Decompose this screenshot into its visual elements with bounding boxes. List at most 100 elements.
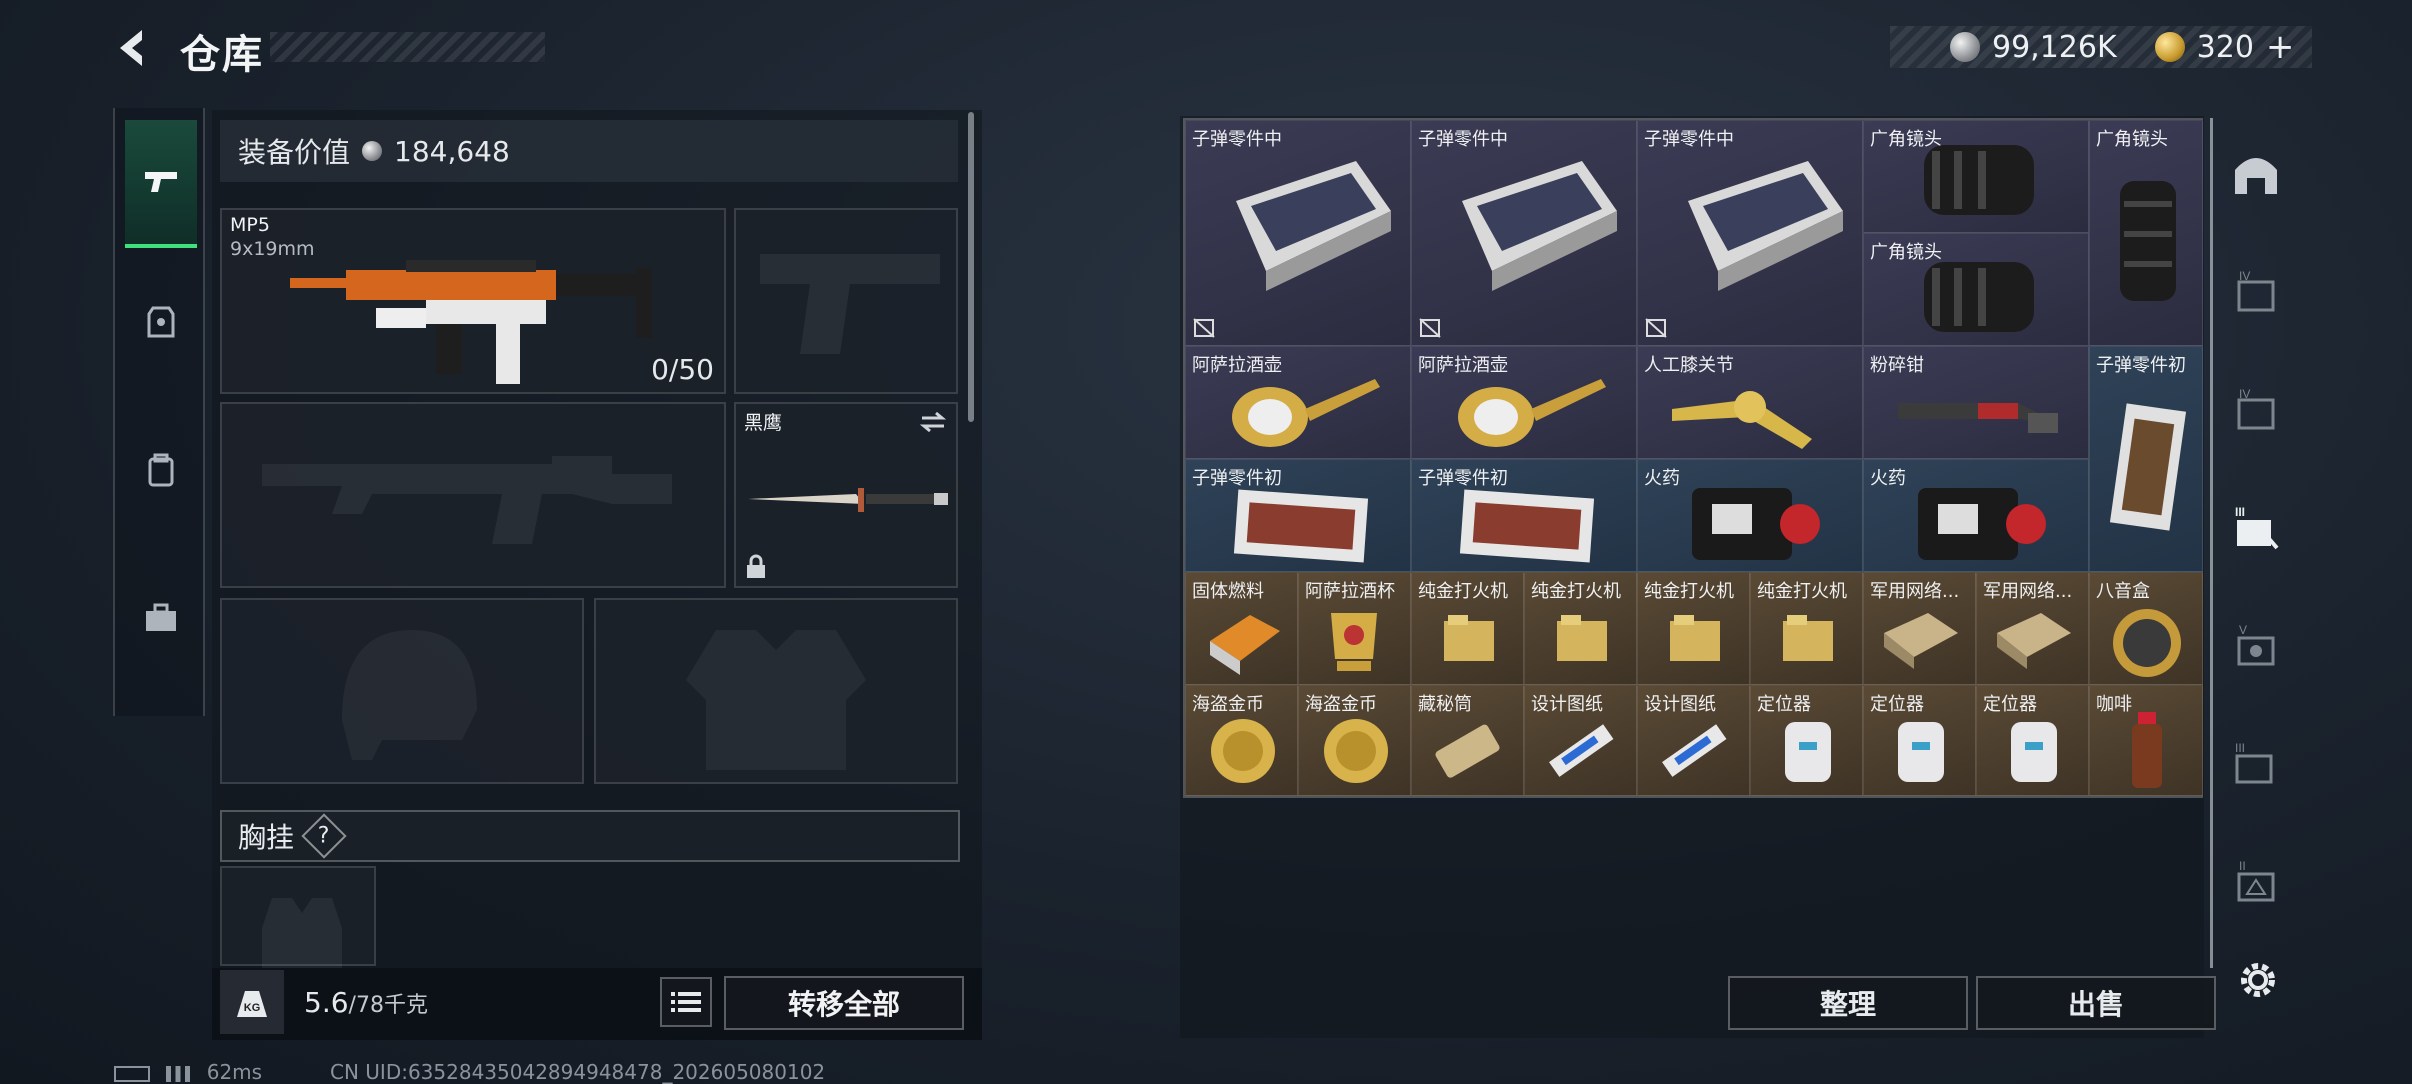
inventory-item[interactable]: 纯金打火机 (1411, 572, 1524, 685)
inventory-item[interactable]: 广角镜头 (1863, 233, 2089, 346)
ammo-parts-box-image (1459, 489, 1595, 563)
melee-name: 黑鹰 (744, 412, 783, 434)
inventory-item[interactable]: 粉碎钳 (1863, 346, 2089, 459)
asala-cup-image (1331, 613, 1377, 671)
inventory-item[interactable]: 定位器 (1750, 685, 1863, 796)
equipment-tabs (113, 108, 205, 716)
inventory-item[interactable]: 阿萨拉酒壶 (1411, 346, 1637, 459)
melee-slot[interactable]: 黑鹰 (734, 402, 958, 588)
chest-rig-label: 胸挂 (238, 821, 295, 854)
inventory-item[interactable]: 纯金打火机 (1637, 572, 1750, 685)
max-weight: /78千克 (348, 993, 428, 1018)
inventory-item[interactable]: 人工膝关节 (1637, 346, 1863, 459)
no-insure-icon (1645, 318, 1667, 338)
body-armor-slot[interactable] (594, 598, 958, 784)
inventory-item[interactable]: 纯金打火机 (1524, 572, 1637, 685)
inventory-grid: 子弹零件中 子弹零件中 子弹零件中 广角镜头 广角镜头 广角镜头 阿萨拉酒壶 阿… (1183, 118, 2203, 798)
inventory-item[interactable]: 藏秘筒 (1411, 685, 1524, 796)
inventory-item[interactable]: 军用网络... (1863, 572, 1976, 685)
list-view-button[interactable] (660, 977, 712, 1027)
sell-button[interactable]: 出售 (1976, 976, 2216, 1030)
sort-button[interactable]: 整理 (1728, 976, 1968, 1030)
ammo-kit-image (1462, 161, 1617, 291)
locator-image (1785, 722, 1831, 782)
knife-image (748, 488, 948, 512)
no-insure-icon (1419, 318, 1441, 338)
chest-rig-slot[interactable] (220, 866, 376, 968)
inventory-item[interactable]: 子弹零件中 (1411, 120, 1637, 346)
artificial-knee-image (1672, 391, 1812, 449)
coffee-bottle-image (2132, 712, 2162, 788)
inventory-item[interactable]: 设计图纸 (1637, 685, 1750, 796)
asala-flask-image (1458, 379, 1606, 447)
weapon-name: MP5 (230, 214, 270, 236)
pistol-silhouette-icon (760, 254, 940, 354)
blueprint-image (1662, 724, 1727, 777)
inventory-item[interactable]: 子弹零件初 (1185, 459, 1411, 572)
user-uid: CN UID:63528435042894948478_202605080102 (330, 1060, 826, 1084)
lock-icon (747, 554, 765, 578)
ammo-kit-image (1236, 161, 1391, 291)
swap-icon[interactable] (918, 410, 948, 434)
inventory-item[interactable]: 火药 (1637, 459, 1863, 572)
inventory-item[interactable]: 军用网络... (1976, 572, 2089, 685)
inventory-item[interactable]: 阿萨拉酒壶 (1185, 346, 1411, 459)
inventory-item[interactable]: 纯金打火机 (1750, 572, 1863, 685)
page-title: 仓库 (180, 32, 264, 78)
inventory-item[interactable]: 海盗金币 (1298, 685, 1411, 796)
chest-rig-header: 胸挂 ? (220, 810, 960, 862)
second-primary-slot[interactable] (220, 402, 726, 588)
armor-icon (147, 306, 175, 338)
blueprint-image (1549, 724, 1614, 777)
tab-storage-5[interactable]: V (2229, 620, 2283, 674)
inventory-item[interactable]: 子弹零件中 (1637, 120, 1863, 346)
tab-toolbox[interactable] (125, 554, 197, 682)
inventory-item[interactable]: 定位器 (1976, 685, 2089, 796)
svg-text:IV: IV (2239, 387, 2250, 401)
inventory-item[interactable]: 火药 (1863, 459, 2089, 572)
silver-currency-value: 99,126K (1992, 29, 2117, 65)
tab-storage-4b[interactable]: IV (2229, 384, 2283, 438)
secondary-weapon-slot[interactable] (734, 208, 958, 394)
solid-fuel-image (1210, 615, 1280, 675)
transfer-all-button[interactable]: 转移全部 (724, 976, 964, 1030)
inventory-item[interactable]: 子弹零件初 (1411, 459, 1637, 572)
inventory-item[interactable]: 八音盒 (2089, 572, 2203, 685)
gunpowder-image (1918, 488, 2046, 560)
add-currency-button[interactable]: + (2266, 27, 2295, 67)
primary-weapon-slot[interactable]: MP5 9x19mm 0/50 (220, 208, 726, 394)
title-decoration (270, 32, 545, 62)
tab-backpack[interactable] (125, 406, 197, 534)
inventory-item[interactable]: 设计图纸 (1524, 685, 1637, 796)
back-arrow-icon[interactable] (112, 26, 156, 70)
inventory-item[interactable]: 定位器 (1863, 685, 1976, 796)
silver-coin-icon (1950, 32, 1980, 62)
tab-storage-overview[interactable] (2229, 148, 2283, 202)
tab-storage-4a[interactable]: IV (2229, 266, 2283, 320)
music-box-image (2113, 609, 2181, 677)
inventory-item[interactable]: 子弹零件初 (2089, 346, 2203, 572)
tab-storage-3b[interactable]: III (2229, 738, 2283, 792)
cryptex-image (1435, 724, 1500, 778)
tab-weapons[interactable] (125, 120, 197, 248)
inventory-item[interactable]: 子弹零件中 (1185, 120, 1411, 346)
help-icon[interactable]: ? (301, 813, 347, 859)
locator-image (1898, 722, 1944, 782)
equipment-scrollbar[interactable] (968, 112, 974, 422)
settings-gear-icon[interactable] (2234, 956, 2282, 1004)
inventory-item[interactable]: 海盗金币 (1185, 685, 1298, 796)
inventory-item[interactable]: 咖啡 (2089, 685, 2203, 796)
gold-lighter-image (1670, 615, 1720, 661)
inventory-item[interactable]: 阿萨拉酒杯 (1298, 572, 1411, 685)
tab-armor[interactable] (125, 258, 197, 386)
tab-storage-2[interactable]: II (2229, 856, 2283, 910)
gold-currency-value: 320 (2196, 29, 2254, 65)
helmet-slot[interactable] (220, 598, 584, 784)
gold-lighter-image (1783, 615, 1833, 661)
inventory-item[interactable]: 广角镜头 (2089, 120, 2203, 346)
inventory-item[interactable]: 固体燃料 (1185, 572, 1298, 685)
inventory-item[interactable]: 广角镜头 (1863, 120, 2089, 233)
tab-storage-3-active[interactable]: III (2229, 502, 2283, 556)
military-network-device-image (1997, 613, 2071, 669)
svg-text:II: II (2239, 859, 2246, 873)
